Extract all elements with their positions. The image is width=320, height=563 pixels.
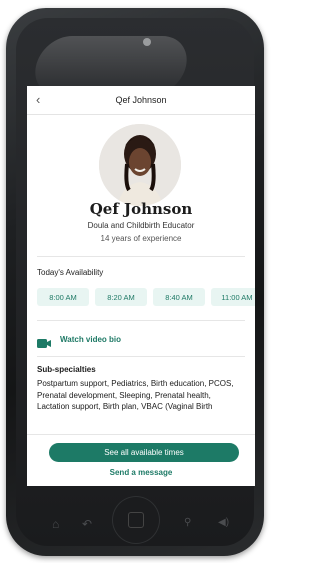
video-camera-icon xyxy=(37,335,51,348)
back-arrow-icon[interactable]: ↶ xyxy=(82,517,92,531)
profile-experience: 14 years of experience xyxy=(100,234,182,243)
search-icon[interactable]: ⚲ xyxy=(184,517,191,528)
home-button[interactable] xyxy=(112,496,160,544)
app-screen: ‹ Qef Johnson Qef Johnson Doula and Chil… xyxy=(27,86,255,486)
volume-icon[interactable]: ◀) xyxy=(218,517,229,528)
divider xyxy=(37,356,245,357)
time-slot[interactable]: 8:20 AM xyxy=(95,288,147,306)
divider xyxy=(37,256,245,257)
avatar xyxy=(99,124,181,206)
time-slot[interactable]: 11:00 AM xyxy=(211,288,255,306)
profile-role: Doula and Childbirth Educator xyxy=(87,221,195,230)
subspecialties-text: Postpartum support, Pediatrics, Birth ed… xyxy=(37,379,234,411)
time-slot-list: 8:00 AM 8:20 AM 8:40 AM 11:00 AM xyxy=(37,288,255,306)
front-camera xyxy=(143,38,151,46)
time-slot[interactable]: 8:40 AM xyxy=(153,288,205,306)
time-slot[interactable]: 8:00 AM xyxy=(37,288,89,306)
send-message-link[interactable]: Send a message xyxy=(27,468,255,477)
top-bar: ‹ Qef Johnson xyxy=(27,86,255,115)
see-all-times-button[interactable]: See all available times xyxy=(49,443,239,462)
square-icon xyxy=(128,512,144,528)
video-bio-link[interactable]: Watch video bio xyxy=(37,335,122,348)
profile-name: Qef Johnson xyxy=(89,200,193,218)
video-bio-label: Watch video bio xyxy=(60,335,122,344)
divider xyxy=(27,434,255,435)
divider xyxy=(37,320,245,321)
availability-title: Today's Availability xyxy=(37,268,104,277)
subspecialties-title: Sub-specialties xyxy=(37,365,96,374)
home-icon[interactable]: ⌂ xyxy=(52,517,59,531)
page-title: Qef Johnson xyxy=(115,95,167,105)
